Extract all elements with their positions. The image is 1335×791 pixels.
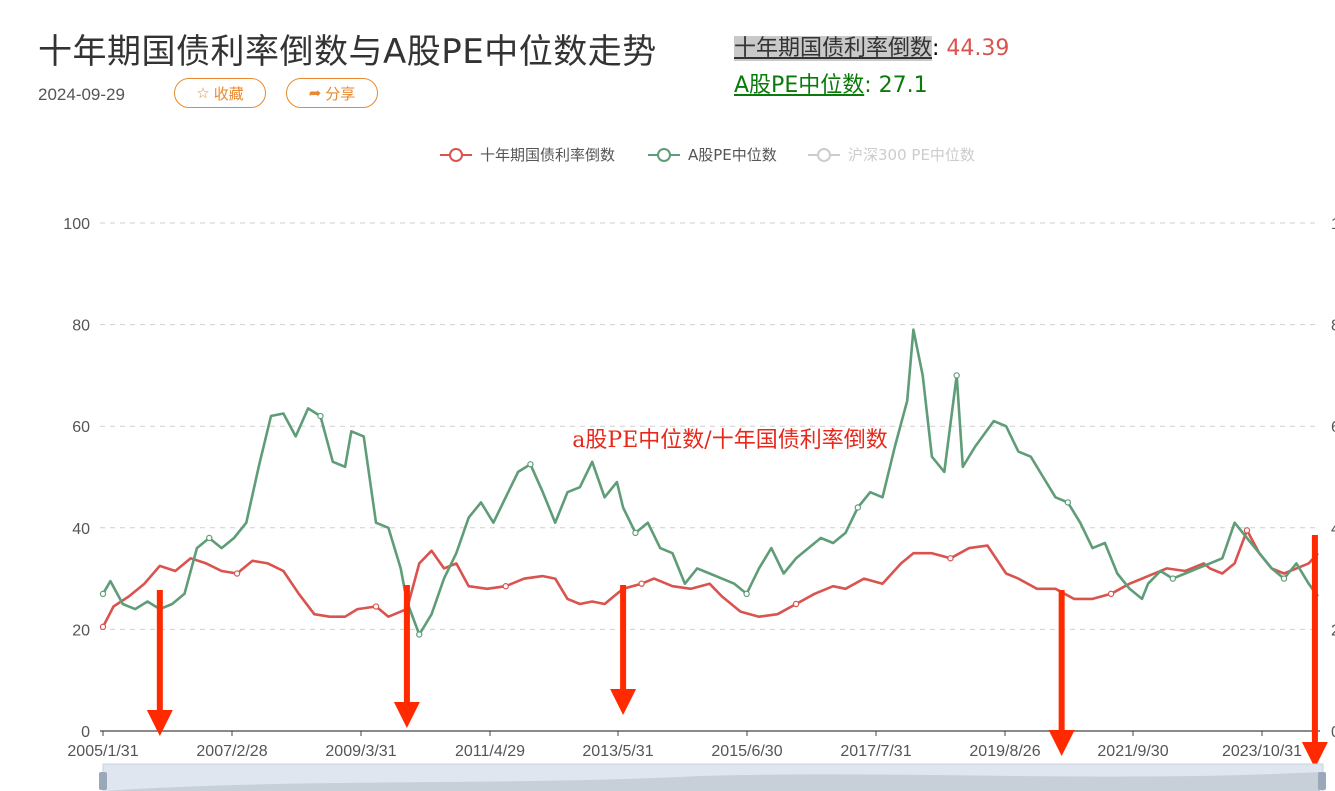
data-point	[638, 580, 645, 587]
data-point	[1107, 590, 1115, 598]
x-tick-label: 2009/3/31	[325, 743, 396, 760]
zoom-handle-left[interactable]	[99, 772, 107, 790]
legend-label: 沪深300 PE中位数	[848, 146, 975, 164]
y-tick-label-right: 20	[1331, 622, 1335, 639]
series-line-pe	[101, 328, 1320, 636]
legend-marker	[449, 148, 463, 162]
x-tick-label: 2005/1/31	[67, 743, 138, 760]
y-tick-label-right: 40	[1331, 521, 1335, 538]
y-tick-label-right: 100	[1331, 216, 1335, 233]
line-chart: 0 0 20 20 40 40 60 60 80 80 100 100 2005/1/31 2007/2/…	[63, 146, 1335, 791]
chart-annotation: a股PE中位数/十年国债利率倒数	[572, 428, 887, 453]
data-point	[1064, 499, 1072, 506]
data-point	[1243, 527, 1251, 534]
data-point	[99, 590, 107, 598]
y-tick-label: 80	[72, 318, 90, 335]
data-point	[947, 555, 954, 562]
series-line-bond	[101, 529, 1319, 628]
red-arrow	[146, 590, 173, 736]
y-tick-label-right: 80	[1331, 318, 1335, 335]
zoom-handle-right[interactable]	[1318, 772, 1326, 790]
legend-label: A股PE中位数	[688, 146, 777, 164]
x-tick-label: 2007/2/28	[196, 743, 267, 760]
data-point	[233, 570, 241, 577]
data-point	[416, 631, 423, 638]
legend-marker	[817, 148, 831, 162]
x-tick-label: 2011/4/29	[455, 743, 525, 760]
red-arrow	[610, 585, 637, 715]
y-tick-label: 0	[81, 724, 90, 741]
red-arrow	[1048, 590, 1075, 756]
data-point	[743, 590, 750, 598]
legend-item[interactable]: A股PE中位数	[648, 146, 777, 164]
x-tick-label: 2017/7/31	[840, 743, 911, 760]
data-point	[99, 623, 107, 631]
data-point	[854, 504, 862, 511]
y-tick-label: 40	[72, 521, 90, 538]
red-arrow	[1301, 535, 1328, 768]
legend-label: 十年期国债利率倒数	[480, 146, 615, 164]
legend-marker	[657, 148, 671, 162]
data-point	[632, 529, 639, 537]
data-point	[792, 600, 800, 608]
x-tick-label: 2013/5/31	[582, 743, 653, 760]
x-tick-label: 2023/10/31	[1222, 743, 1302, 760]
data-point	[1169, 575, 1177, 582]
y-tick-label-right: 60	[1331, 419, 1335, 436]
x-tick-label: 2015/6/30	[711, 743, 782, 760]
red-arrow	[393, 585, 420, 728]
x-tick-label: 2021/9/30	[1097, 743, 1168, 760]
data-point	[527, 461, 534, 468]
data-point	[1280, 575, 1288, 582]
legend-item[interactable]: 沪深300 PE中位数	[808, 146, 975, 164]
y-tick-label: 60	[72, 419, 90, 436]
legend-item[interactable]: 十年期国债利率倒数	[440, 146, 615, 164]
data-point	[372, 603, 380, 610]
data-point	[206, 534, 213, 542]
data-point	[317, 412, 324, 420]
x-tick-label: 2019/8/26	[969, 743, 1040, 760]
y-tick-label: 100	[63, 216, 90, 233]
data-point	[502, 583, 509, 590]
y-tick-label: 20	[72, 622, 90, 639]
data-point	[953, 372, 960, 379]
y-tick-label-right: 0	[1331, 724, 1335, 741]
